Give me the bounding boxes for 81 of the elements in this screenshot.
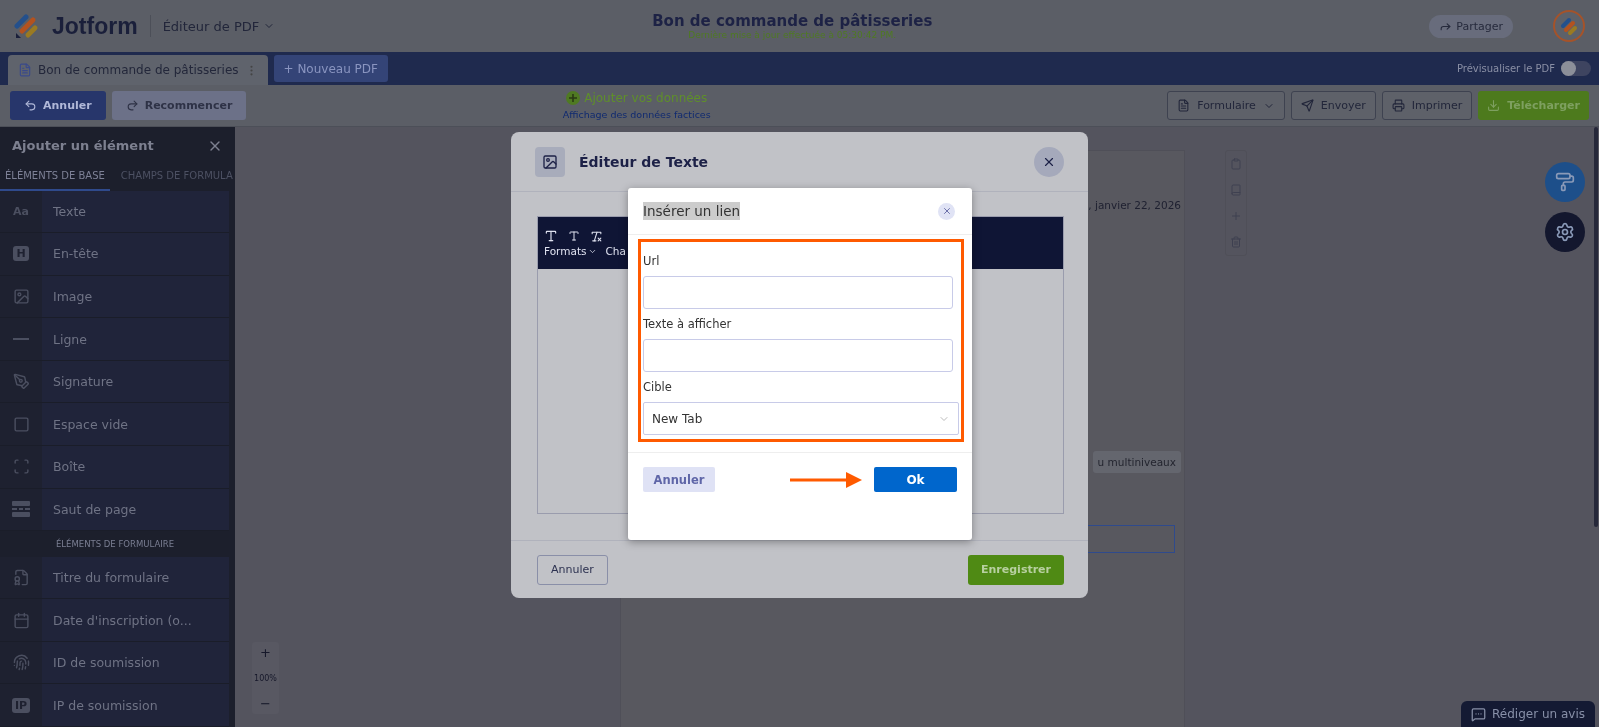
redo-icon — [125, 99, 139, 112]
add-data-button[interactable]: Ajouter vos données — [566, 91, 708, 105]
save-status: Dernière mise à jour effectuée à 05:30:42 PM. — [688, 30, 897, 40]
logo-icon — [14, 13, 40, 39]
square-icon — [12, 415, 30, 433]
download-icon — [1487, 99, 1501, 112]
product-menu[interactable]: Éditeur de PDF — [162, 18, 276, 34]
toolbar-button[interactable]: Imprimer — [1381, 91, 1473, 120]
sidebar-item[interactable]: IP de soumission — [42, 684, 229, 726]
section-label: ÉLÉMENTS DE FORMULAIRE — [55, 537, 176, 551]
preview-label: Prévisualiser le PDF — [1456, 63, 1555, 74]
arrow-icon — [790, 471, 862, 488]
logo-text: Jotform — [52, 12, 138, 40]
font-size-icon[interactable] — [568, 230, 580, 242]
document-title: Bon de commande de pâtisseries — [652, 12, 933, 30]
feedback-button[interactable]: Rédiger un avis — [1461, 701, 1595, 727]
toolbar-button[interactable]: Formulaire — [1167, 91, 1285, 120]
ok-button[interactable]: Ok — [874, 467, 957, 492]
input-field[interactable] — [643, 276, 953, 309]
share-button[interactable]: Partager — [1429, 14, 1513, 38]
sidebar-item[interactable]: En-tête — [42, 233, 229, 275]
chat-icon — [1471, 706, 1487, 722]
document-tab[interactable]: Bon de commande de pâtisseries — [8, 55, 268, 85]
sidebar-item[interactable]: Espace vide — [42, 403, 229, 446]
save-button[interactable]: Enregistrer — [968, 554, 1064, 585]
image-icon — [12, 288, 30, 306]
line-icon — [13, 338, 29, 341]
fingerprint-icon — [12, 654, 30, 672]
date-text: , janvier 22, 2026 — [1088, 199, 1181, 211]
calendar-icon — [12, 611, 30, 629]
document-tab[interactable]: + Nouveau PDF — [273, 55, 388, 82]
sidebar-item[interactable]: Texte — [42, 190, 229, 233]
close-button[interactable] — [1034, 146, 1064, 177]
input-field[interactable] — [643, 339, 953, 372]
page-break-icon — [12, 501, 30, 518]
settings-icon — [1555, 222, 1575, 242]
preview-toggle[interactable] — [1561, 61, 1591, 76]
toolbar-menu[interactable]: Cha — [605, 245, 626, 257]
target-select[interactable]: New Tab — [643, 402, 959, 435]
paint-roller-button[interactable] — [1545, 162, 1585, 202]
paint-roller-icon — [1555, 172, 1575, 192]
plus-circle-icon — [566, 91, 581, 105]
field-chip: u multiniveaux — [1092, 451, 1181, 473]
dialog-title: Insérer un lien — [643, 202, 741, 220]
modal-title: Éditeur de Texte — [579, 153, 710, 170]
logo-icon — [1559, 16, 1579, 36]
field-label: Url — [643, 253, 661, 270]
undo-icon — [24, 99, 37, 112]
sidebar-item[interactable]: Date d'inscription (o... — [42, 599, 229, 641]
zoom-level: 100% — [254, 673, 277, 683]
avatar[interactable] — [1553, 10, 1585, 42]
formats-menu[interactable]: Formats — [544, 245, 598, 257]
font-icon[interactable] — [544, 229, 558, 243]
selection-icon — [12, 458, 30, 476]
toolbar-button[interactable]: Envoyer — [1290, 91, 1376, 120]
sidebar-item[interactable]: Ligne — [42, 318, 229, 360]
document-icon — [1177, 99, 1191, 112]
field-label: Cible — [643, 379, 673, 396]
undo-button[interactable]: Annuler — [10, 91, 106, 120]
clear-format-icon[interactable] — [590, 229, 603, 243]
toolbar-button[interactable]: Télécharger — [1478, 91, 1589, 120]
panel-title: Ajouter un élément — [12, 138, 154, 154]
sidebar-item[interactable]: Image — [42, 275, 229, 318]
sidebar-item[interactable]: Saut de page — [42, 488, 229, 531]
cancel-button[interactable]: Annuler — [537, 554, 608, 585]
sidebar-item[interactable]: Boîte — [42, 446, 229, 488]
send-icon — [1300, 99, 1314, 112]
sidebar-item[interactable]: Signature — [42, 360, 229, 403]
document-icon — [18, 63, 32, 77]
zoom-out-button[interactable]: − — [260, 696, 271, 711]
image-icon — [542, 153, 558, 170]
close-icon — [941, 206, 952, 216]
sidebar-item[interactable]: Titre du formulaire — [42, 556, 229, 599]
sidebar-item[interactable]: ID de soumission — [42, 641, 229, 684]
dummy-data-link[interactable]: Affichage des données factices — [562, 109, 711, 120]
settings-button[interactable] — [1545, 212, 1585, 252]
close-button[interactable] — [938, 202, 955, 220]
printer-icon — [1391, 99, 1405, 112]
field-label: Texte à afficher — [643, 316, 733, 333]
pen-icon — [12, 373, 30, 391]
zoom-in-button[interactable]: + — [260, 645, 271, 660]
